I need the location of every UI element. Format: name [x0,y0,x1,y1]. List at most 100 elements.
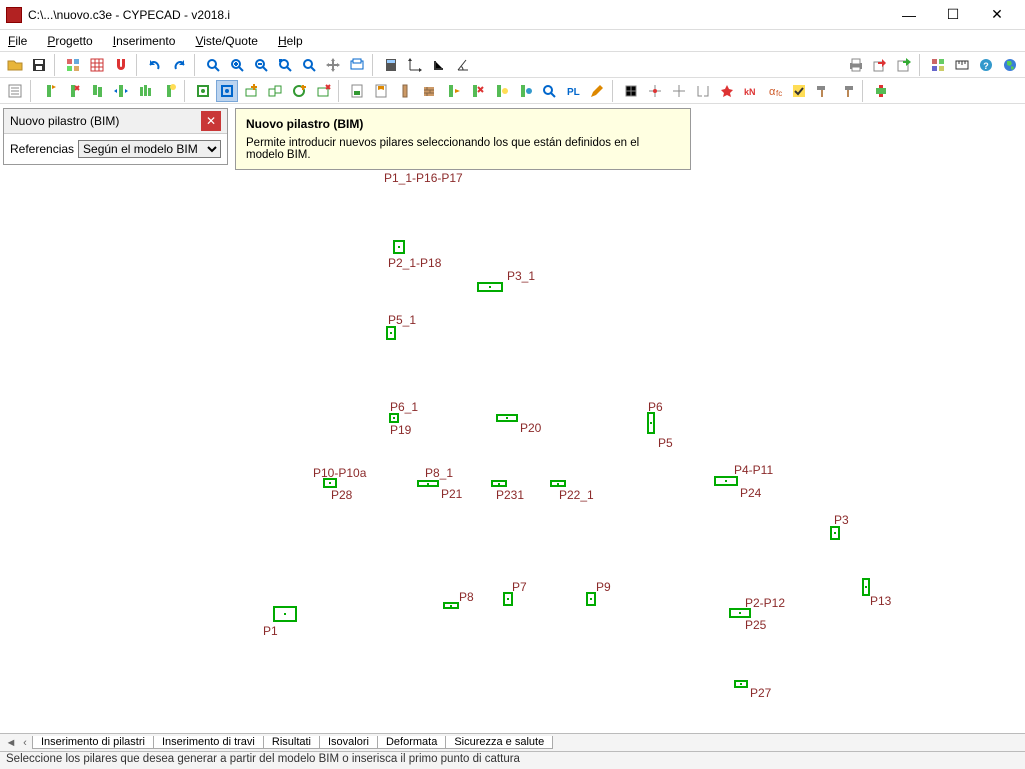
t2-pl-icon[interactable]: PL [562,80,584,102]
t2-hammer-icon[interactable] [812,80,834,102]
t2-red-icon[interactable] [466,80,488,102]
toolbar-pilastri: PL kN αfc [0,78,1025,104]
help-icon[interactable]: ? [975,54,997,76]
pilar-label: P25 [745,618,766,632]
tab-inserimento-pilastri[interactable]: Inserimento di pilastri [32,736,154,749]
t2-measure-icon[interactable] [538,80,560,102]
t2-wall-icon[interactable] [418,80,440,102]
t2-blue-icon[interactable] [514,80,536,102]
pilar-label: P5 [658,436,673,450]
svg-text:?: ? [983,61,989,71]
redo-icon[interactable] [168,54,190,76]
close-button[interactable]: ✕ [975,1,1019,29]
pilar-new-green-icon[interactable] [192,80,214,102]
pilar-group-icon[interactable] [134,80,156,102]
undo-icon[interactable] [144,54,166,76]
menu-progetto[interactable]: Progetto [43,32,96,50]
pilar-label: P1 [263,624,278,638]
t2-yellow-icon[interactable] [490,80,512,102]
svg-text:fc: fc [776,89,782,98]
t2-bracket-icon[interactable] [692,80,714,102]
menu-file[interactable]: File [4,32,31,50]
pilar-label: P1_1-P16-P17 [384,171,463,185]
tab-nav-first[interactable]: ◄ [4,737,18,749]
t2-list-icon[interactable] [4,80,26,102]
layers-icon[interactable] [86,54,108,76]
nuovo-pilastro-panel: Nuovo pilastro (BIM) ✕ Referencias Según… [3,108,228,165]
pilar-copy-icon[interactable] [86,80,108,102]
t2-doc-icon[interactable] [346,80,368,102]
pilar-del-icon[interactable] [62,80,84,102]
zoom-in-icon[interactable] [226,54,248,76]
maximize-button[interactable]: ☐ [931,1,975,29]
magnet-icon[interactable] [110,54,132,76]
globe-icon[interactable] [999,54,1021,76]
toolbar-main: ? [0,52,1025,78]
t2-grid1-icon[interactable] [620,80,642,102]
pilar-label: P231 [496,488,524,502]
t2-flag-icon[interactable] [370,80,392,102]
svg-text:kN: kN [744,87,756,97]
pilar-label: P3 [834,513,849,527]
settings-icon[interactable] [927,54,949,76]
tab-risultati[interactable]: Risultati [263,736,320,749]
ortho-icon[interactable] [428,54,450,76]
t2-kn-icon[interactable]: kN [740,80,762,102]
pilar-bim-icon[interactable] [216,80,238,102]
bottom-tabs: ◄ ‹ Inserimento di pilastri Inserimento … [0,733,1025,751]
tab-isovalori[interactable]: Isovalori [319,736,378,749]
t2-pen-icon[interactable] [586,80,608,102]
angle-icon[interactable] [452,54,474,76]
coord-icon[interactable] [404,54,426,76]
tab-deformata[interactable]: Deformata [377,736,446,749]
tooltip-title: Nuovo pilastro (BIM) [246,117,680,131]
pilar-label: P4-P11 [734,463,773,477]
open-icon[interactable] [4,54,26,76]
export-icon[interactable] [869,54,891,76]
pilar-label: P7 [512,580,527,594]
zoom-out-icon[interactable] [250,54,272,76]
drawing-canvas[interactable]: P1_1-P16-P17 P2_1-P18 P3_1 P5_1 P6_1 P19… [0,108,1025,731]
zoom-window-icon[interactable] [202,54,224,76]
pilar-round-icon[interactable] [288,80,310,102]
t2-alpha-icon[interactable]: αfc [764,80,786,102]
pilar-remove-icon[interactable] [312,80,334,102]
calc-icon[interactable] [380,54,402,76]
pilar-add-icon[interactable] [240,80,262,102]
share-icon[interactable] [893,54,915,76]
print-area-icon[interactable] [346,54,368,76]
pilar-label: P6 [648,400,663,414]
pilar-label: P19 [390,423,411,437]
units-icon[interactable] [951,54,973,76]
t2-col-icon[interactable] [394,80,416,102]
menu-help[interactable]: Help [274,32,307,50]
t2-grid2-icon[interactable] [644,80,666,102]
menu-viste[interactable]: Viste/Quote [191,32,262,50]
pilar-new-icon[interactable] [38,80,60,102]
zoom-previous-icon[interactable] [298,54,320,76]
t2-star-icon[interactable] [716,80,738,102]
t2-end-icon[interactable] [870,80,892,102]
print-icon[interactable] [845,54,867,76]
menu-inserimento[interactable]: Inserimento [109,32,180,50]
t2-hammer2-icon[interactable] [836,80,858,102]
t2-check-icon[interactable] [788,80,810,102]
t2-grid3-icon[interactable] [668,80,690,102]
pilar-label: P24 [740,486,761,500]
tab-inserimento-travi[interactable]: Inserimento di travi [153,736,264,749]
tab-nav-prev[interactable]: ‹ [18,737,32,749]
panel-close-button[interactable]: ✕ [201,111,221,131]
referencias-select[interactable]: Según el modelo BIM [78,140,221,158]
save-icon[interactable] [28,54,50,76]
zoom-extents-icon[interactable] [274,54,296,76]
t2-green-icon[interactable] [442,80,464,102]
pilar-offset-icon[interactable] [264,80,286,102]
tab-sicurezza[interactable]: Sicurezza e salute [445,736,553,749]
tooltip: Nuovo pilastro (BIM) Permite introducir … [235,108,691,170]
pilar-move-icon[interactable] [110,80,132,102]
minimize-button[interactable]: — [887,1,931,29]
pan-icon[interactable] [322,54,344,76]
grid-icon[interactable] [62,54,84,76]
panel-title: Nuovo pilastro (BIM) [10,114,201,128]
pilar-edit-icon[interactable] [158,80,180,102]
